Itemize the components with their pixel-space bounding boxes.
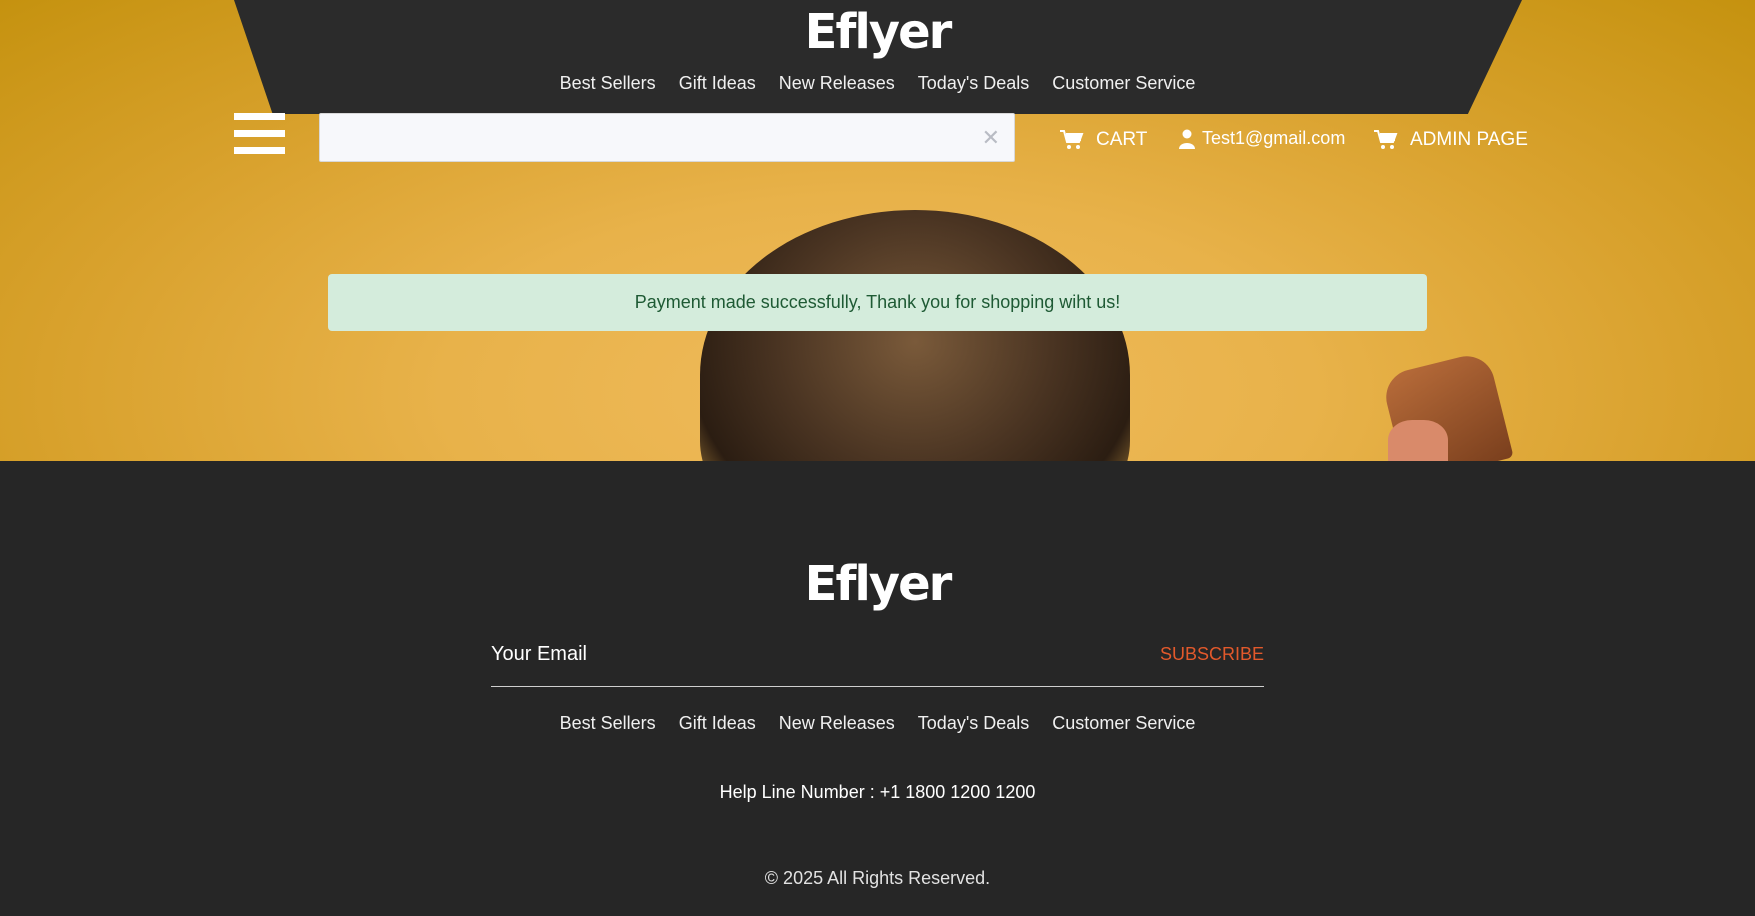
footer-logo[interactable]: Eflyer [0, 556, 1755, 612]
nav-best-sellers[interactable]: Best Sellers [560, 73, 656, 94]
brand-logo[interactable]: Eflyer [0, 4, 1755, 60]
footer-nav-new-releases[interactable]: New Releases [779, 713, 895, 734]
user-email: Test1@gmail.com [1202, 128, 1346, 148]
footer-nav-best-sellers[interactable]: Best Sellers [560, 713, 656, 734]
user-icon [1179, 129, 1195, 149]
nav-new-releases[interactable]: New Releases [779, 73, 895, 94]
hero-banner: Eflyer Best Sellers Gift Ideas New Relea… [0, 0, 1755, 461]
user-account-link[interactable]: Test1@gmail.com [1178, 128, 1345, 149]
hero-image-hair [700, 210, 1130, 461]
cart-link[interactable]: CART [1060, 129, 1147, 151]
menu-icon[interactable] [234, 113, 285, 158]
admin-page-link[interactable]: ADMIN PAGE [1374, 129, 1528, 151]
cart-icon [1374, 130, 1398, 149]
footer-nav: Best Sellers Gift Ideas New Releases Tod… [0, 713, 1755, 734]
footer-nav-customer-service[interactable]: Customer Service [1052, 713, 1195, 734]
email-field[interactable] [491, 634, 1051, 674]
search-bar: ✕ [319, 113, 1015, 162]
search-input[interactable] [320, 114, 960, 161]
admin-label: ADMIN PAGE [1410, 129, 1528, 150]
cart-icon [1060, 130, 1084, 149]
copyright-text: © 2025 All Rights Reserved. [764, 868, 991, 888]
footer-nav-todays-deals[interactable]: Today's Deals [918, 713, 1030, 734]
nav-gift-ideas[interactable]: Gift Ideas [679, 73, 756, 94]
hero-image-hand [1388, 420, 1448, 461]
header-nav: Best Sellers Gift Ideas New Releases Tod… [0, 73, 1755, 94]
footer-nav-gift-ideas[interactable]: Gift Ideas [679, 713, 756, 734]
nav-todays-deals[interactable]: Today's Deals [918, 73, 1030, 94]
helpline-number: Help Line Number : +1 1800 1200 1200 [719, 782, 1036, 802]
close-icon[interactable]: ✕ [982, 125, 1000, 151]
newsletter-form: SUBSCRIBE [491, 630, 1264, 687]
alert-message: Payment made successfully, Thank you for… [634, 292, 1121, 312]
payment-success-alert: Payment made successfully, Thank you for… [328, 274, 1427, 331]
nav-customer-service[interactable]: Customer Service [1052, 73, 1195, 94]
subscribe-button[interactable]: SUBSCRIBE [1160, 644, 1264, 665]
cart-label: CART [1096, 129, 1148, 150]
